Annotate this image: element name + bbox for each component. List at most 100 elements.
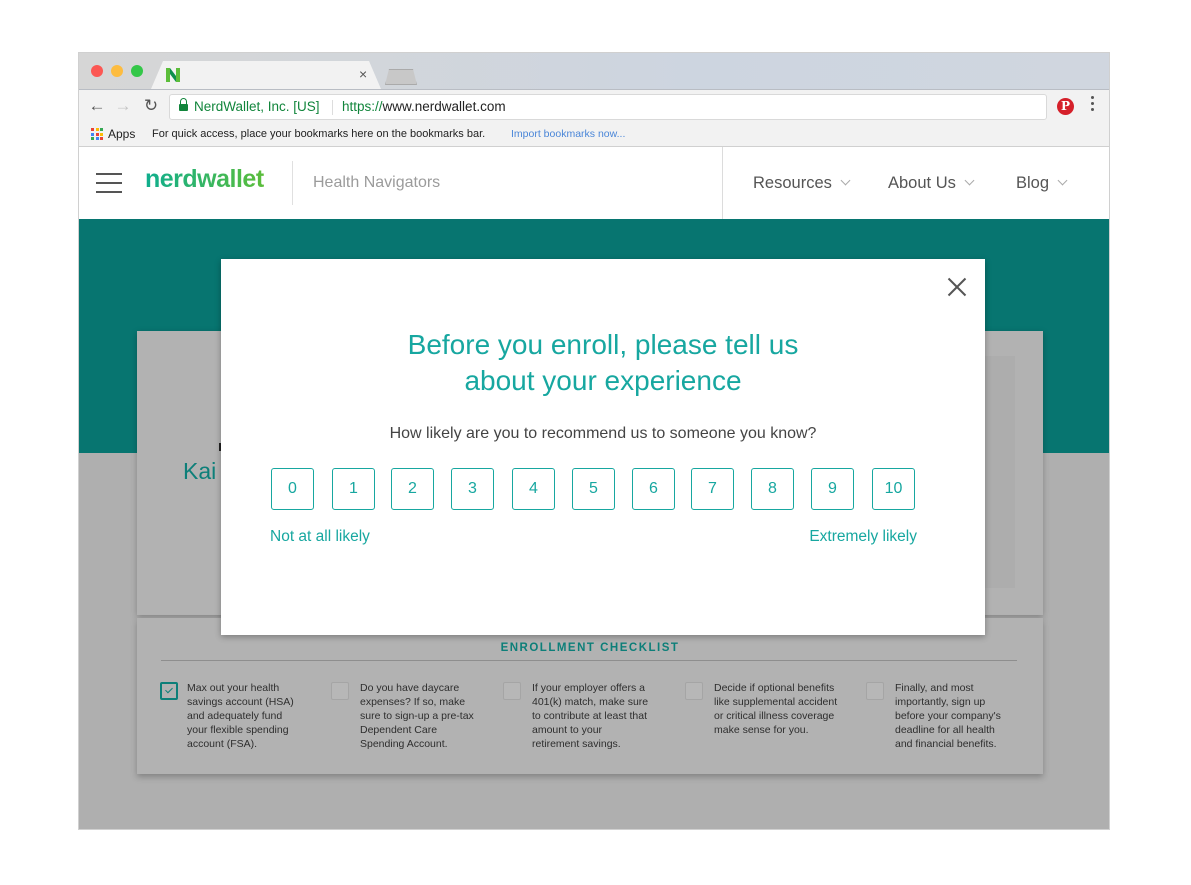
chevron-down-icon bbox=[840, 175, 851, 186]
header-divider bbox=[292, 161, 293, 205]
checklist-line: savings account (HSA) bbox=[187, 696, 294, 708]
checklist-line: to contribute at least that bbox=[532, 710, 647, 722]
feedback-modal: Before you enroll, please tell us about … bbox=[221, 259, 985, 635]
nav-blog[interactable]: Blog bbox=[1016, 174, 1068, 193]
score-button-1[interactable]: 1 bbox=[332, 468, 375, 510]
apps-bookmark[interactable]: Apps bbox=[108, 123, 135, 145]
apps-grid-dot bbox=[91, 128, 94, 131]
checklist-line: Finally, and most bbox=[895, 682, 974, 694]
browser-tab-active[interactable]: × bbox=[151, 61, 381, 89]
close-tab-icon[interactable]: × bbox=[359, 66, 367, 82]
score-button-2[interactable]: 2 bbox=[391, 468, 434, 510]
checklist-line: Do you have daycare bbox=[360, 682, 460, 694]
chevron-down-icon bbox=[1057, 175, 1068, 186]
apps-grid-dot bbox=[100, 128, 103, 131]
back-arrow-icon[interactable]: ← bbox=[87, 96, 107, 116]
reload-icon[interactable]: ↻ bbox=[141, 96, 161, 116]
nerdwallet-favicon-icon bbox=[166, 68, 180, 82]
checklist-line: amount to your bbox=[532, 724, 603, 736]
score-button-7[interactable]: 7 bbox=[691, 468, 734, 510]
checklist-line: retirement savings. bbox=[532, 738, 621, 750]
score-button-0[interactable]: 0 bbox=[271, 468, 314, 510]
maximize-window-button[interactable] bbox=[131, 65, 143, 77]
checklist-title: ENROLLMENT CHECKLIST bbox=[500, 642, 680, 654]
checkbox[interactable] bbox=[331, 682, 349, 700]
scale-high-label: Extremely likely bbox=[809, 528, 917, 545]
bookmarks-hint: For quick access, place your bookmarks h… bbox=[152, 128, 486, 140]
checklist-line: 401(k) match, make sure bbox=[532, 696, 649, 708]
import-bookmarks-link[interactable]: Import bookmarks now... bbox=[511, 123, 625, 145]
nav-resources[interactable]: Resources bbox=[753, 174, 851, 193]
checkbox[interactable] bbox=[685, 682, 703, 700]
checkbox[interactable] bbox=[866, 682, 884, 700]
checklist-divider bbox=[161, 660, 1017, 661]
checklist-line: If your employer offers a bbox=[532, 682, 646, 694]
checklist-line: before your company's bbox=[895, 710, 1001, 722]
checklist-item-text: Finally, and most importantly, sign up bef… bbox=[895, 681, 1001, 751]
apps-grid-dot bbox=[95, 137, 99, 140]
score-button-4[interactable]: 4 bbox=[512, 468, 555, 510]
apps-grid-dot bbox=[95, 132, 99, 136]
checklist-line: and adequately fund bbox=[187, 710, 283, 722]
checklist-line: like supplemental accident bbox=[714, 696, 838, 708]
tab-bar: × bbox=[79, 53, 1109, 89]
checklist-line: sure to sign-up a pre-tax bbox=[360, 710, 474, 722]
site-section-title: Health Navigators bbox=[313, 174, 441, 191]
apps-grid-dot bbox=[100, 137, 103, 140]
score-button-3[interactable]: 3 bbox=[451, 468, 494, 510]
new-tab-button[interactable] bbox=[385, 69, 417, 85]
url-text[interactable]: https://www.nerdwallet.com bbox=[342, 95, 506, 119]
site-header: nerdwallet Health Navigators Resources A… bbox=[79, 147, 1109, 219]
nav-about-us-label: About Us bbox=[888, 174, 956, 192]
browser-menu-icon[interactable] bbox=[1087, 96, 1097, 114]
checklist-item-text: Decide if optional benefits like suppleme… bbox=[714, 681, 837, 737]
checkbox-checked[interactable] bbox=[160, 682, 178, 700]
enrollment-checklist: ENROLLMENT CHECKLIST Max out your health… bbox=[137, 618, 1043, 774]
address-bar[interactable]: NerdWallet, Inc. [US] https://www.nerdwa… bbox=[169, 94, 1047, 120]
lock-icon bbox=[179, 98, 188, 112]
pinterest-extension-icon[interactable]: P bbox=[1057, 98, 1074, 115]
minimize-window-button[interactable] bbox=[111, 65, 123, 77]
checkbox[interactable] bbox=[503, 682, 521, 700]
nav-divider bbox=[722, 147, 723, 219]
site-identity[interactable]: NerdWallet, Inc. [US] bbox=[194, 95, 320, 119]
provider-name: Kai bbox=[183, 458, 217, 484]
checklist-line: make sense for you. bbox=[714, 724, 809, 736]
apps-grid-dot bbox=[91, 132, 94, 136]
chevron-down-icon bbox=[964, 175, 975, 186]
score-button-5[interactable]: 5 bbox=[572, 468, 615, 510]
checklist-line: and financial benefits. bbox=[895, 738, 997, 750]
browser-toolbar: ← → ↻ NerdWallet, Inc. [US] https://www.… bbox=[79, 89, 1109, 123]
apps-grid-dot bbox=[91, 137, 94, 140]
nav-about-us[interactable]: About Us bbox=[888, 174, 975, 193]
score-button-9[interactable]: 9 bbox=[811, 468, 854, 510]
apps-grid-dot bbox=[95, 128, 99, 131]
checklist-line: expenses? If so, make bbox=[360, 696, 466, 708]
checklist-line: account (FSA). bbox=[187, 738, 258, 750]
address-divider bbox=[332, 100, 333, 115]
nav-blog-label: Blog bbox=[1016, 174, 1050, 192]
apps-grid-icon[interactable] bbox=[91, 128, 103, 140]
nav-resources-label: Resources bbox=[753, 174, 832, 192]
hamburger-menu-icon[interactable] bbox=[96, 173, 122, 193]
modal-title-line-2: about your experience bbox=[464, 365, 742, 396]
browser-window: × ← → ↻ NerdWallet, Inc. [US] https://ww… bbox=[78, 52, 1110, 830]
bookmarks-bar: Apps For quick access, place your bookma… bbox=[79, 123, 1109, 147]
nps-score-scale: 0 1 2 3 4 5 6 7 8 9 10 bbox=[271, 468, 916, 510]
close-window-button[interactable] bbox=[91, 65, 103, 77]
url-scheme: https:// bbox=[342, 99, 383, 114]
checklist-line: your flexible spending bbox=[187, 724, 289, 736]
checklist-item-text: If your employer offers a 401(k) match, m… bbox=[532, 681, 648, 751]
forward-arrow-icon[interactable]: → bbox=[113, 96, 133, 116]
checklist-line: Max out your health bbox=[187, 682, 280, 694]
score-button-8[interactable]: 8 bbox=[751, 468, 794, 510]
modal-title: Before you enroll, please tell us about … bbox=[221, 327, 985, 399]
close-icon[interactable] bbox=[947, 277, 967, 297]
checklist-line: importantly, sign up bbox=[895, 696, 986, 708]
score-button-6[interactable]: 6 bbox=[632, 468, 675, 510]
score-button-10[interactable]: 10 bbox=[872, 468, 915, 510]
checklist-item-text: Max out your health savings account (HSA)… bbox=[187, 681, 294, 751]
nerdwallet-logo[interactable]: nerdwallet bbox=[145, 165, 264, 194]
url-host: www.nerdwallet.com bbox=[382, 99, 506, 114]
checklist-line: Dependent Care bbox=[360, 724, 438, 736]
